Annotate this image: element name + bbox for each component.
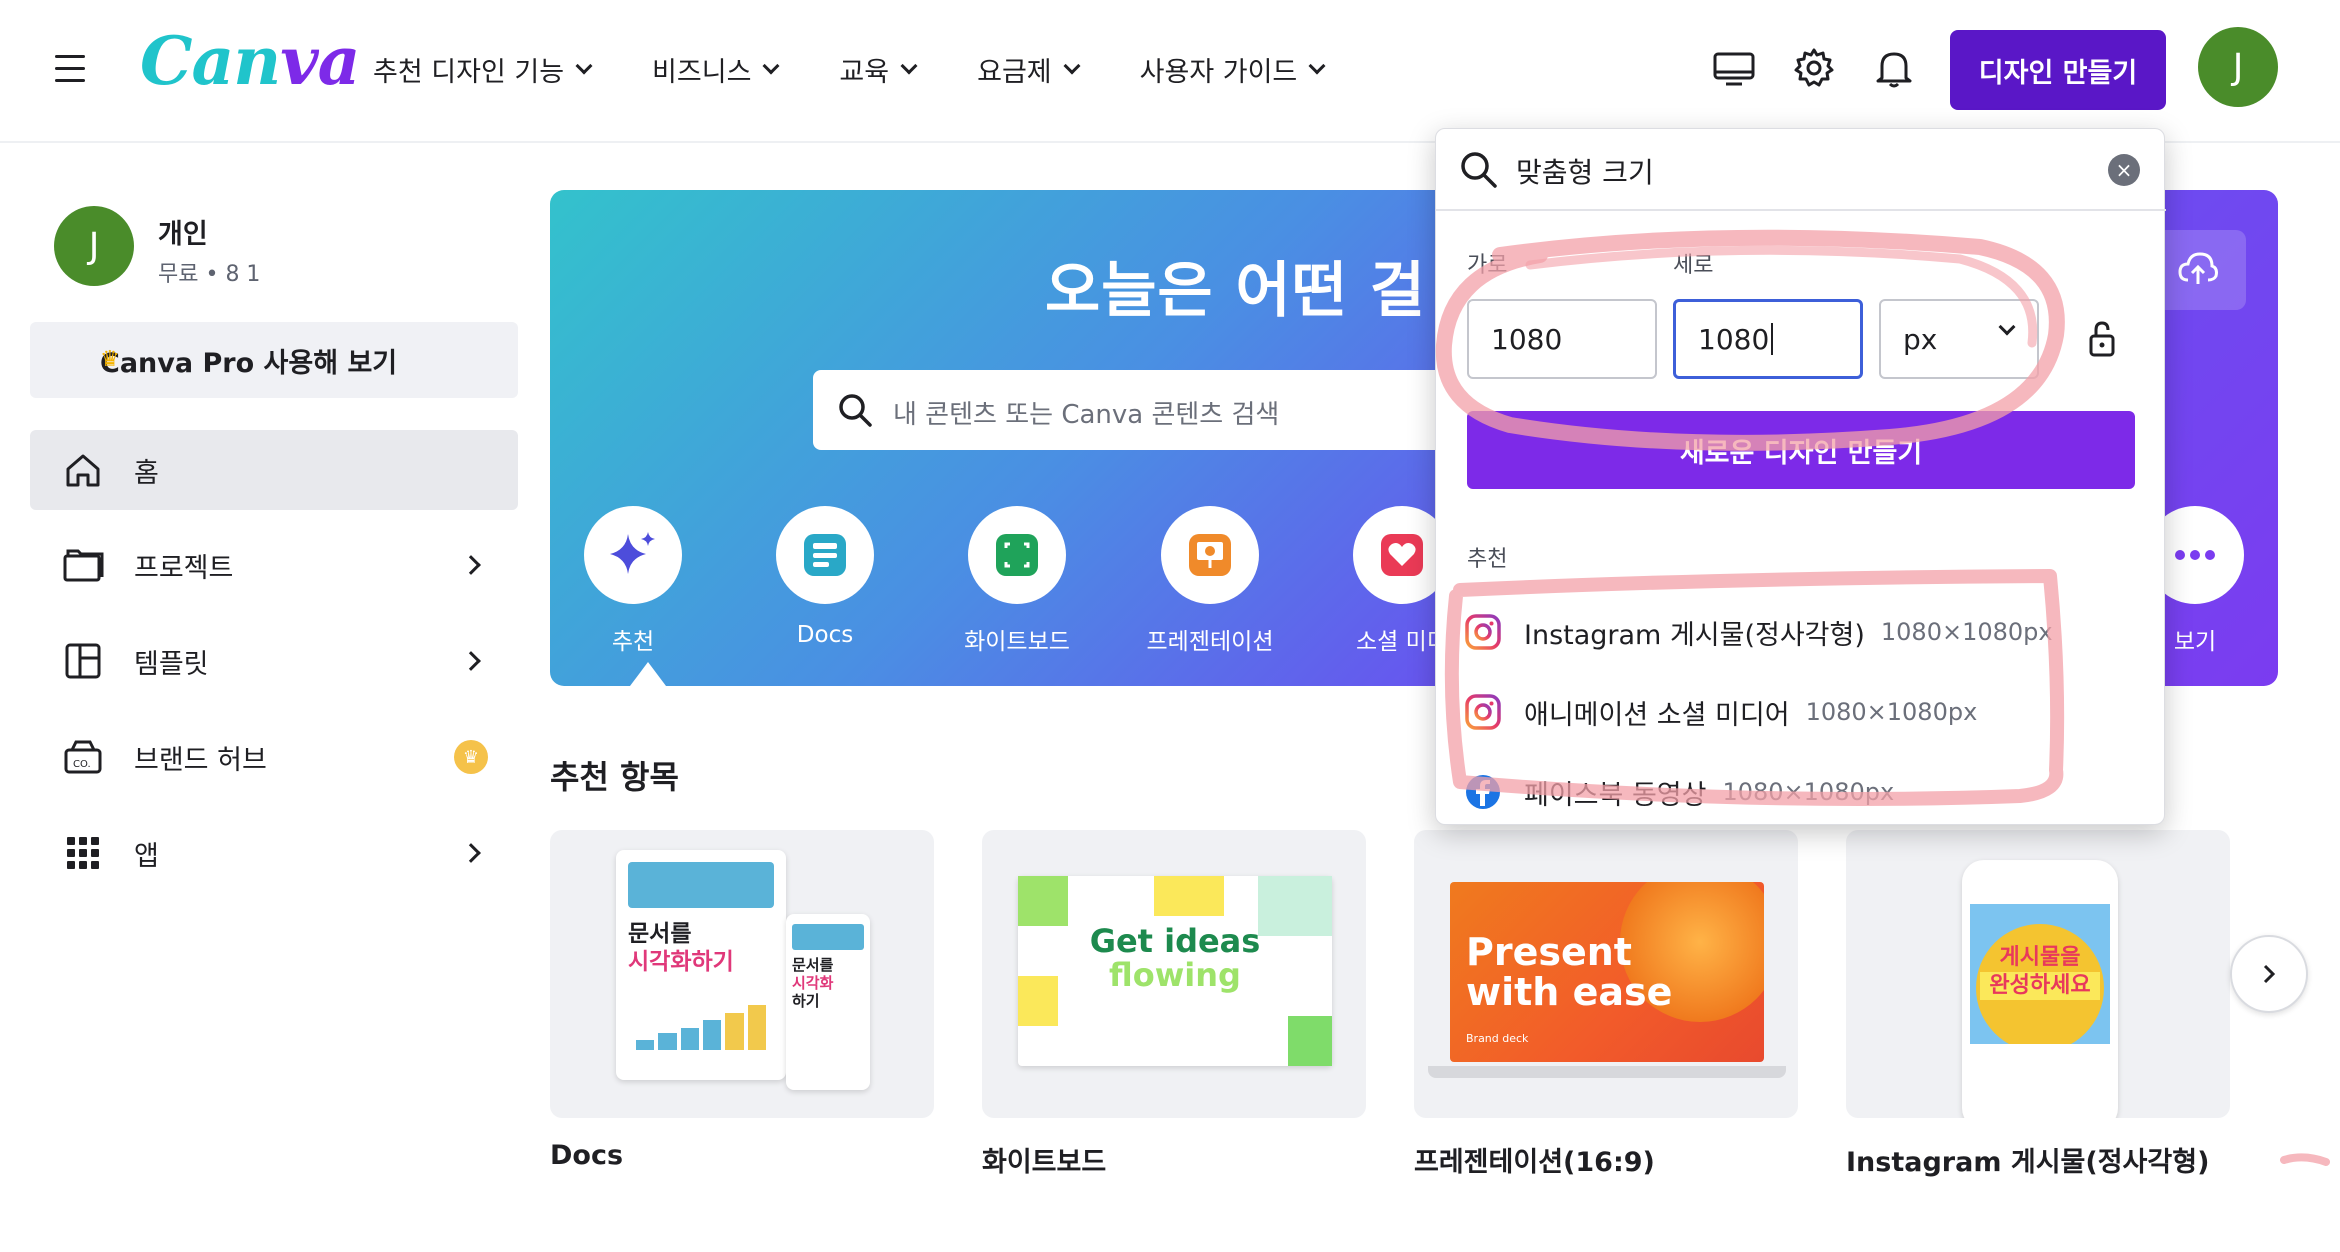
content-search-input[interactable]: 내 콘텐츠 또는 Canva 콘텐츠 검색 [813,370,1513,450]
sidebar-item-projects[interactable]: 프로젝트 [30,525,518,605]
sidebar-item-apps[interactable]: 앱 [30,813,518,893]
design-search-input[interactable]: 맞춤형 크기 × [1436,129,2166,211]
nav-guide[interactable]: 사용자 가이드 [1140,50,1326,89]
nav-pricing[interactable]: 요금제 [977,50,1081,89]
search-icon [839,394,872,427]
template-icon [65,643,101,679]
card-label[interactable]: Docs [550,1140,623,1171]
folder-icon [63,549,104,582]
height-label: 세로 [1673,253,1714,278]
main-nav: 추천 디자인 기능 비즈니스 교육 요금제 사용자 가이드 [373,50,1326,89]
avatar[interactable]: J [2198,27,2278,107]
doc-thumbnail-mobile: 문서를 시각화 하기 [786,914,870,1090]
search-value: 맞춤형 크기 [1516,156,1654,189]
menu-icon[interactable] [55,55,85,85]
chevron-right-icon [2263,964,2276,984]
sidebar-item-label: 템플릿 [134,648,209,680]
suggestion-item[interactable]: 페이스북 동영상 1080×1080px [1464,767,1894,817]
more-icon [2175,550,2215,560]
chevron-down-icon [1998,318,2016,336]
crown-icon: ♛ [454,740,488,774]
section-title: 추천 항목 [550,758,679,796]
card-label[interactable]: 화이트보드 [982,1140,1106,1179]
create-design-button[interactable]: 디자인 만들기 [1950,30,2166,110]
sidebar-item-templates[interactable]: 템플릿 [30,621,518,701]
sidebar-item-label: 홈 [134,457,159,489]
width-label: 가로 [1467,253,1508,278]
nav-business[interactable]: 비즈니스 [652,50,780,89]
card-label[interactable]: Instagram 게시물(정사각형) [1846,1140,2209,1179]
unit-select[interactable]: px [1879,299,2039,379]
instagram-icon [1465,694,1501,730]
sidebar-item-label: 프로젝트 [134,552,234,584]
chevron-down-icon [762,57,780,74]
card-label[interactable]: 프레젠테이션(16:9) [1414,1140,1655,1179]
facebook-icon [1466,775,1500,809]
create-new-design-button[interactable]: 새로운 디자인 만들기 [1467,411,2135,489]
profile-avatar[interactable]: J [54,206,134,286]
category-docs[interactable]: Docs [745,506,905,648]
top-header: Canva 추천 디자인 기능 비즈니스 교육 요금제 사용자 가이드 디자인 … [0,0,2340,143]
custom-size-dropdown: 맞춤형 크기 × 가로 세로 1080 1080 px 새로운 디자인 만들기 … [1435,128,2166,825]
suggestion-item[interactable]: Instagram 게시물(정사각형) 1080×1080px [1464,607,2053,657]
nav-features[interactable]: 추천 디자인 기능 [373,50,593,89]
desktop-app-icon[interactable] [1712,46,1756,90]
whiteboard-icon [996,534,1038,576]
lock-icon[interactable] [2086,319,2118,359]
sparkle-icon [610,532,655,574]
width-field[interactable]: 1080 [1467,299,1657,379]
sidebar-item-label: 브랜드 허브 [134,744,267,776]
svg-text:CO.: CO. [73,759,91,770]
home-icon [66,454,100,487]
card-instagram-thumbnail[interactable]: 게시물을 완성하세요 [1846,830,2230,1118]
chevron-right-icon [461,555,481,575]
carousel-next-button[interactable] [2230,935,2308,1013]
apps-grid-icon [67,837,99,869]
card-whiteboard-thumbnail[interactable]: Get ideas flowing [982,830,1366,1118]
category-indicator [630,662,666,686]
chevron-right-icon [461,843,481,863]
whiteboard-thumbnail: Get ideas flowing [1018,876,1332,1066]
category-whiteboard[interactable]: 화이트보드 [937,506,1097,656]
chevron-right-icon [461,651,481,671]
sidebar-item-brand-hub[interactable]: CO. 브랜드 허브 ♛ [30,717,518,797]
suggestion-item[interactable]: 애니메이션 소셜 미디어 1080×1080px [1464,687,1977,737]
text-caret [1771,323,1774,355]
card-docs-thumbnail[interactable]: 문서를 시각화하기 문서를 시각화 하기 [550,830,934,1118]
canva-logo[interactable]: Canva [140,22,360,100]
crown-icon: ♛ [100,347,120,372]
nav-education[interactable]: 교육 [839,50,918,89]
category-presentation[interactable]: 프레젠테이션 [1130,506,1290,656]
phone-thumbnail: 게시물을 완성하세요 [1962,860,2118,1118]
docs-icon [804,534,846,576]
doc-thumbnail: 문서를 시각화하기 [616,850,786,1080]
presentation-thumbnail: Present with ease Brand deck [1450,882,1764,1062]
sidebar-item-label: 앱 [134,840,159,872]
instagram-icon [1465,614,1501,650]
gear-icon[interactable] [1792,46,1836,90]
highlight-stroke-annotation [2280,1153,2330,1166]
cloud-upload-icon [2178,252,2218,284]
bell-icon[interactable] [1872,46,1916,90]
clear-icon[interactable]: × [2108,154,2140,186]
chevron-down-icon [1063,57,1081,74]
chevron-down-icon [1308,57,1326,74]
sidebar-item-home[interactable]: 홈 [30,430,518,510]
chevron-down-icon [575,57,593,74]
search-placeholder: 내 콘텐츠 또는 Canva 콘텐츠 검색 [893,400,1280,430]
category-recommended[interactable]: 추천 [553,506,713,656]
chevron-down-icon [900,57,918,74]
card-presentation-thumbnail[interactable]: Present with ease Brand deck [1414,830,1798,1118]
heart-icon [1381,534,1423,576]
search-icon [1461,152,1497,188]
account-name: 개인 [158,219,208,250]
account-plan: 무료 • 8 1 [158,262,261,287]
recommended-label: 추천 [1467,547,1508,572]
height-field[interactable]: 1080 [1673,299,1863,379]
brand-hub-icon: CO. [64,740,102,774]
presentation-icon [1189,534,1231,576]
